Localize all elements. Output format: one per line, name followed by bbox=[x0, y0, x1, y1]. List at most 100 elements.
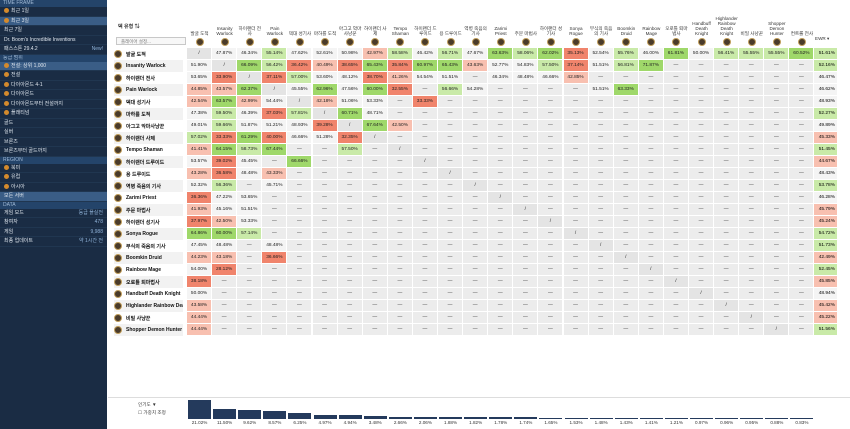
matchup-cell[interactable]: — bbox=[739, 324, 765, 336]
matchup-cell[interactable]: — bbox=[438, 108, 464, 120]
matchup-cell[interactable]: — bbox=[789, 108, 815, 120]
matchup-cell[interactable]: 58.73% bbox=[237, 144, 263, 156]
matchup-cell[interactable]: — bbox=[613, 312, 639, 324]
matchup-cell[interactable]: — bbox=[739, 96, 765, 108]
matchup-cell[interactable]: — bbox=[337, 216, 363, 228]
matchup-cell[interactable]: — bbox=[438, 204, 464, 216]
matchup-cell[interactable]: — bbox=[387, 108, 413, 120]
matchup-cell[interactable]: — bbox=[312, 276, 338, 288]
matchup-cell[interactable]: — bbox=[262, 264, 288, 276]
matchup-cell[interactable]: 51.21% bbox=[262, 120, 288, 132]
matchup-cell[interactable]: — bbox=[714, 156, 740, 168]
matchup-cell[interactable]: — bbox=[739, 216, 765, 228]
matchup-cell[interactable]: / bbox=[287, 96, 313, 108]
matchup-cell[interactable]: — bbox=[789, 60, 815, 72]
matchup-cell[interactable]: 54.44% bbox=[262, 96, 288, 108]
matchup-cell[interactable]: — bbox=[638, 204, 664, 216]
matchup-cell[interactable]: — bbox=[588, 96, 614, 108]
matchup-cell[interactable]: — bbox=[287, 240, 313, 252]
matchup-cell[interactable]: — bbox=[538, 324, 564, 336]
matchup-cell[interactable]: — bbox=[563, 264, 589, 276]
matchup-cell[interactable]: — bbox=[362, 288, 388, 300]
matchup-cell[interactable]: — bbox=[312, 312, 338, 324]
matchup-cell[interactable]: — bbox=[463, 132, 489, 144]
matchup-cell[interactable]: — bbox=[714, 144, 740, 156]
matchup-cell[interactable]: — bbox=[689, 60, 715, 72]
matchup-cell[interactable]: — bbox=[663, 96, 689, 108]
matchup-cell[interactable]: 42.85% bbox=[563, 72, 589, 84]
matchup-cell[interactable]: — bbox=[412, 108, 438, 120]
matchup-cell[interactable]: — bbox=[337, 300, 363, 312]
matchup-cell[interactable]: — bbox=[262, 156, 288, 168]
matchup-column-header[interactable]: Zarimi Priest bbox=[488, 0, 513, 48]
matchup-cell[interactable]: 71.87% bbox=[638, 60, 664, 72]
matchup-cell[interactable]: — bbox=[739, 156, 765, 168]
matchup-cell[interactable]: — bbox=[764, 312, 790, 324]
matchup-cell[interactable]: — bbox=[588, 288, 614, 300]
matchup-cell[interactable]: — bbox=[789, 192, 815, 204]
matchup-cell[interactable]: — bbox=[488, 204, 514, 216]
matchup-column-header[interactable]: Sonya Rogue bbox=[564, 0, 589, 48]
matchup-cell[interactable]: — bbox=[488, 252, 514, 264]
matchup-cell[interactable]: — bbox=[739, 228, 765, 240]
matchup-cell[interactable]: — bbox=[488, 156, 514, 168]
matchup-cell[interactable]: — bbox=[764, 96, 790, 108]
matchup-cell[interactable]: 57.00% bbox=[287, 72, 313, 84]
matchup-cell[interactable]: — bbox=[387, 168, 413, 180]
deck-row-label[interactable]: Insanity Warlock bbox=[114, 60, 183, 72]
matchup-cell[interactable]: — bbox=[739, 264, 765, 276]
matchup-cell[interactable]: — bbox=[412, 84, 438, 96]
matchup-cell[interactable]: — bbox=[764, 264, 790, 276]
matchup-cell[interactable]: 55.76% bbox=[613, 48, 639, 60]
matchup-cell[interactable]: — bbox=[638, 84, 664, 96]
matchup-cell[interactable]: — bbox=[563, 300, 589, 312]
matchup-cell[interactable]: — bbox=[488, 180, 514, 192]
matchup-column-header[interactable]: Tempo Shaman bbox=[388, 0, 413, 48]
matchup-cell[interactable]: / bbox=[438, 168, 464, 180]
matchup-cell[interactable]: — bbox=[387, 288, 413, 300]
deck-row-label[interactable]: 주문 마법사 bbox=[114, 204, 183, 216]
matchup-cell[interactable]: — bbox=[237, 312, 263, 324]
matchup-cell[interactable]: — bbox=[663, 60, 689, 72]
matchup-cell[interactable]: — bbox=[387, 312, 413, 324]
matchup-cell[interactable]: — bbox=[412, 276, 438, 288]
matchup-cell[interactable]: 36.66% bbox=[262, 252, 288, 264]
deck-row-label[interactable]: 하이랜더 성기사 bbox=[114, 216, 183, 228]
deck-row-label[interactable]: 부식의 죽음의 기사 bbox=[114, 240, 183, 252]
matchup-cell[interactable]: — bbox=[663, 108, 689, 120]
matchup-cell[interactable]: — bbox=[312, 168, 338, 180]
deck-row-label[interactable]: 덱대 성기사 bbox=[114, 96, 183, 108]
matchup-cell[interactable]: — bbox=[613, 288, 639, 300]
matchup-cell[interactable]: 53.65% bbox=[187, 72, 213, 84]
matchup-cell[interactable]: — bbox=[714, 264, 740, 276]
matchup-cell[interactable]: — bbox=[337, 156, 363, 168]
matchup-cell[interactable]: / bbox=[312, 108, 338, 120]
deck-row-label[interactable]: Shopper Demon Hunter bbox=[114, 324, 183, 336]
matchup-cell[interactable]: — bbox=[337, 264, 363, 276]
matchup-cell[interactable]: — bbox=[337, 180, 363, 192]
matchup-cell[interactable]: — bbox=[714, 168, 740, 180]
sidebar-item[interactable]: 최근 3일 bbox=[0, 16, 107, 26]
matchup-cell[interactable]: — bbox=[638, 300, 664, 312]
matchup-cell[interactable]: — bbox=[789, 324, 815, 336]
matchup-column-header[interactable]: 주문 마법사 bbox=[513, 0, 538, 48]
matchup-cell[interactable]: — bbox=[337, 228, 363, 240]
matchup-cell[interactable]: — bbox=[337, 312, 363, 324]
matchup-cell[interactable]: — bbox=[412, 192, 438, 204]
matchup-cell[interactable]: 46.66% bbox=[287, 132, 313, 144]
sidebar-item[interactable]: 유럽 bbox=[0, 173, 107, 183]
matchup-cell[interactable]: — bbox=[362, 240, 388, 252]
matchup-cell[interactable]: — bbox=[764, 216, 790, 228]
matchup-cell[interactable]: — bbox=[387, 132, 413, 144]
matchup-cell[interactable]: 48.71% bbox=[362, 108, 388, 120]
matchup-cell[interactable]: — bbox=[689, 204, 715, 216]
matchup-cell[interactable]: — bbox=[714, 84, 740, 96]
matchup-cell[interactable]: — bbox=[488, 168, 514, 180]
matchup-cell[interactable]: — bbox=[689, 168, 715, 180]
matchup-cell[interactable]: / bbox=[237, 72, 263, 84]
matchup-column-header[interactable]: 하이랜더 사제 bbox=[363, 0, 388, 48]
matchup-cell[interactable]: — bbox=[663, 168, 689, 180]
matchup-cell[interactable]: — bbox=[689, 276, 715, 288]
matchup-cell[interactable]: — bbox=[714, 192, 740, 204]
matchup-cell[interactable]: — bbox=[387, 264, 413, 276]
